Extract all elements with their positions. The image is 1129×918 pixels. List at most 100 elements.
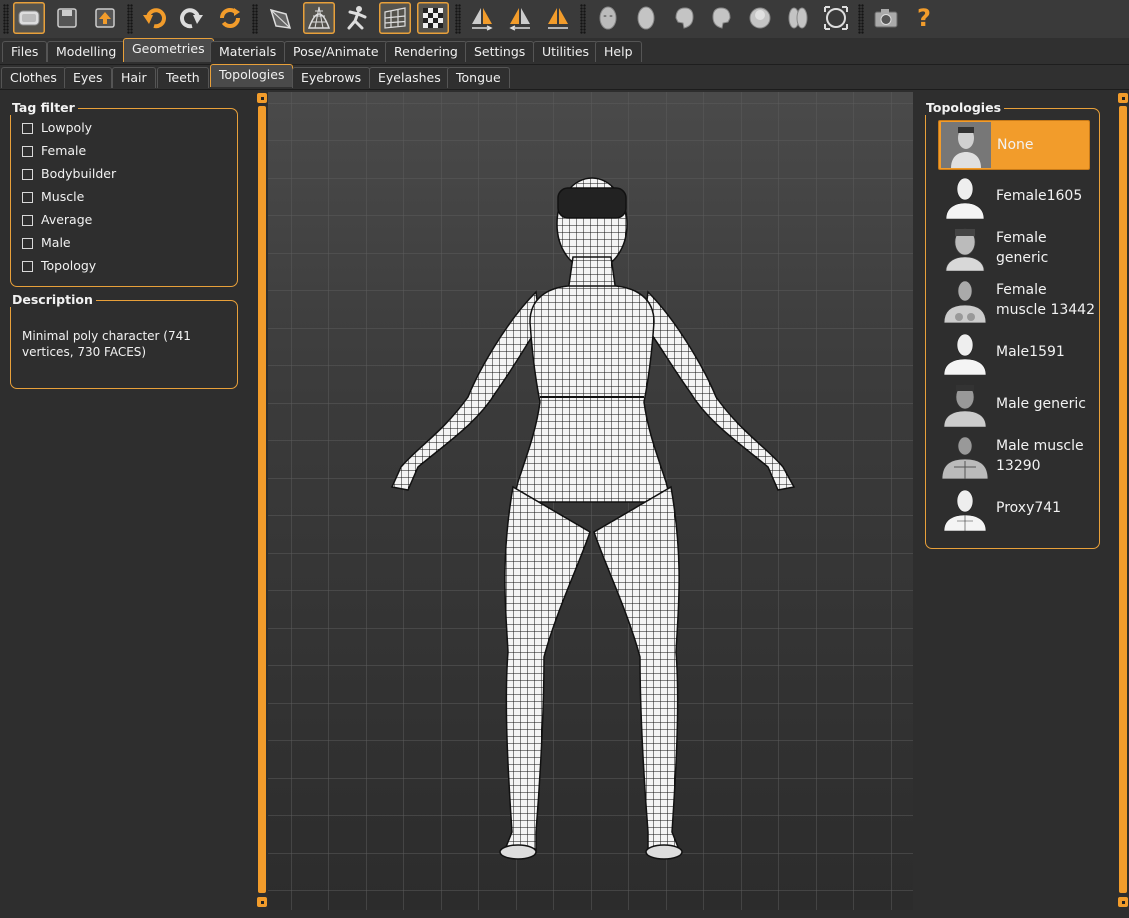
topology-item-none[interactable]: None [938,120,1090,170]
top-view-icon [749,7,771,29]
export-button[interactable] [89,2,121,34]
front-view-button[interactable] [592,2,624,34]
checker-background-button[interactable] [417,2,449,34]
symmetry-left-button[interactable] [504,2,536,34]
subtab-hair[interactable]: Hair [112,67,156,88]
checkbox-box[interactable] [22,168,33,180]
tag-label: Bodybuilder [41,166,117,181]
symmetry-right-button[interactable] [466,2,498,34]
topology-item-female-muscle-13442[interactable]: Female muscle 13442 [938,276,1095,324]
subtab-eyes[interactable]: Eyes [64,67,112,88]
save-scene-button[interactable] [13,2,45,34]
tab-utilities[interactable]: Utilities [533,41,599,62]
right-splitter-top-handle[interactable] [1118,93,1128,103]
right-splitter[interactable] [1119,106,1127,893]
topology-item-female1605[interactable]: Female1605 [938,172,1088,220]
checkbox-box[interactable] [22,191,33,203]
reset-camera-icon [824,6,848,30]
smooth-button[interactable] [264,2,296,34]
tag-checkbox-female[interactable]: Female [22,141,86,161]
screenshot-button[interactable] [870,2,902,34]
grid-icon [384,7,406,29]
right-view-icon [712,7,731,29]
topology-item-male-generic[interactable]: Male generic [938,380,1088,428]
tab-materials[interactable]: Materials [210,41,286,62]
checkbox-box[interactable] [22,260,33,272]
topology-item-male1591[interactable]: Male1591 [938,328,1088,376]
screenshot-icon [874,9,898,28]
sub-tabbar: Clothes Eyes Hair Teeth Topologies Eyebr… [0,64,1129,90]
topology-item-female-generic[interactable]: Female generic [938,224,1088,272]
left-splitter-bottom-handle[interactable] [257,897,267,907]
left-splitter[interactable] [258,106,266,893]
toolbar-grip [3,4,9,34]
tab-pose-animate[interactable]: Pose/Animate [284,41,388,62]
viewport-canvas [268,92,913,910]
tag-checkbox-male[interactable]: Male [22,233,71,253]
tab-settings[interactable]: Settings [465,41,535,62]
tag-filter-group: Tag filter Lowpoly Female Bodybuilder Mu… [9,100,238,287]
save-button[interactable] [51,2,83,34]
left-view-button[interactable] [668,2,700,34]
tag-checkbox-average[interactable]: Average [22,210,92,230]
checkbox-box[interactable] [22,145,33,157]
description-text: Minimal poly character (741 vertices, 73… [22,329,191,359]
grid-button[interactable] [379,2,411,34]
3d-viewport[interactable] [268,92,913,910]
wireframe-icon [307,6,331,29]
description-group: Description Minimal poly character (741 … [9,292,238,389]
tag-checkbox-muscle[interactable]: Muscle [22,187,84,207]
proxy-bust-icon [943,489,987,531]
tab-help[interactable]: Help [595,41,642,62]
bottom-view-button[interactable] [782,2,814,34]
topology-label: Male muscle 13290 [996,438,1084,474]
back-view-button[interactable] [630,2,662,34]
tag-checkbox-lowpoly[interactable]: Lowpoly [22,118,92,138]
redo-button[interactable] [176,2,208,34]
subtab-eyelashes[interactable]: Eyelashes [369,67,450,88]
tag-label: Average [41,212,93,227]
topology-item-proxy741[interactable]: Proxy741 [938,484,1088,532]
topology-label: None [997,137,1034,153]
topology-item-male-muscle-13290[interactable]: Male muscle 13290 [938,432,1088,480]
checkbox-box[interactable] [22,122,33,134]
left-view-icon [675,7,694,29]
right-view-button[interactable] [706,2,738,34]
symmetry-button[interactable] [542,2,574,34]
main-tabbar: Files Modelling Geometries Materials Pos… [0,38,1129,65]
topology-label: Female muscle 13442 [996,282,1095,318]
wireframe-button[interactable] [303,2,335,34]
left-splitter-top-handle[interactable] [257,93,267,103]
toolbar-separator [252,4,258,34]
checkbox-box[interactable] [22,237,33,249]
female-bust-icon [945,228,985,271]
tag-checkbox-bodybuilder[interactable]: Bodybuilder [22,164,116,184]
toolbar-separator [580,4,586,34]
subtab-tongue[interactable]: Tongue [447,67,510,88]
reset-icon [220,8,240,28]
save-icon [57,8,77,28]
undo-icon [143,8,166,29]
save-scene-icon [18,10,40,26]
right-splitter-bottom-handle[interactable] [1118,897,1128,907]
subtab-clothes[interactable]: Clothes [1,67,66,88]
help-button[interactable]: ? [908,2,940,34]
tab-files[interactable]: Files [2,41,48,62]
smooth-icon [269,8,292,29]
tag-filter-title: Tag filter [9,100,78,115]
tab-geometries[interactable]: Geometries [123,38,214,62]
undo-button[interactable] [138,2,170,34]
reset-button[interactable] [214,2,246,34]
reset-camera-button[interactable] [820,2,852,34]
tab-rendering[interactable]: Rendering [385,41,467,62]
subtab-topologies[interactable]: Topologies [210,64,294,87]
checkbox-box[interactable] [22,214,33,226]
description-title: Description [9,292,96,307]
topology-label: Female1605 [996,188,1083,204]
pose-button[interactable] [341,2,373,34]
subtab-teeth[interactable]: Teeth [157,67,209,88]
tag-checkbox-topology[interactable]: Topology [22,256,96,276]
tab-modelling[interactable]: Modelling [47,41,126,62]
top-view-button[interactable] [744,2,776,34]
subtab-eyebrows[interactable]: Eyebrows [292,67,371,88]
